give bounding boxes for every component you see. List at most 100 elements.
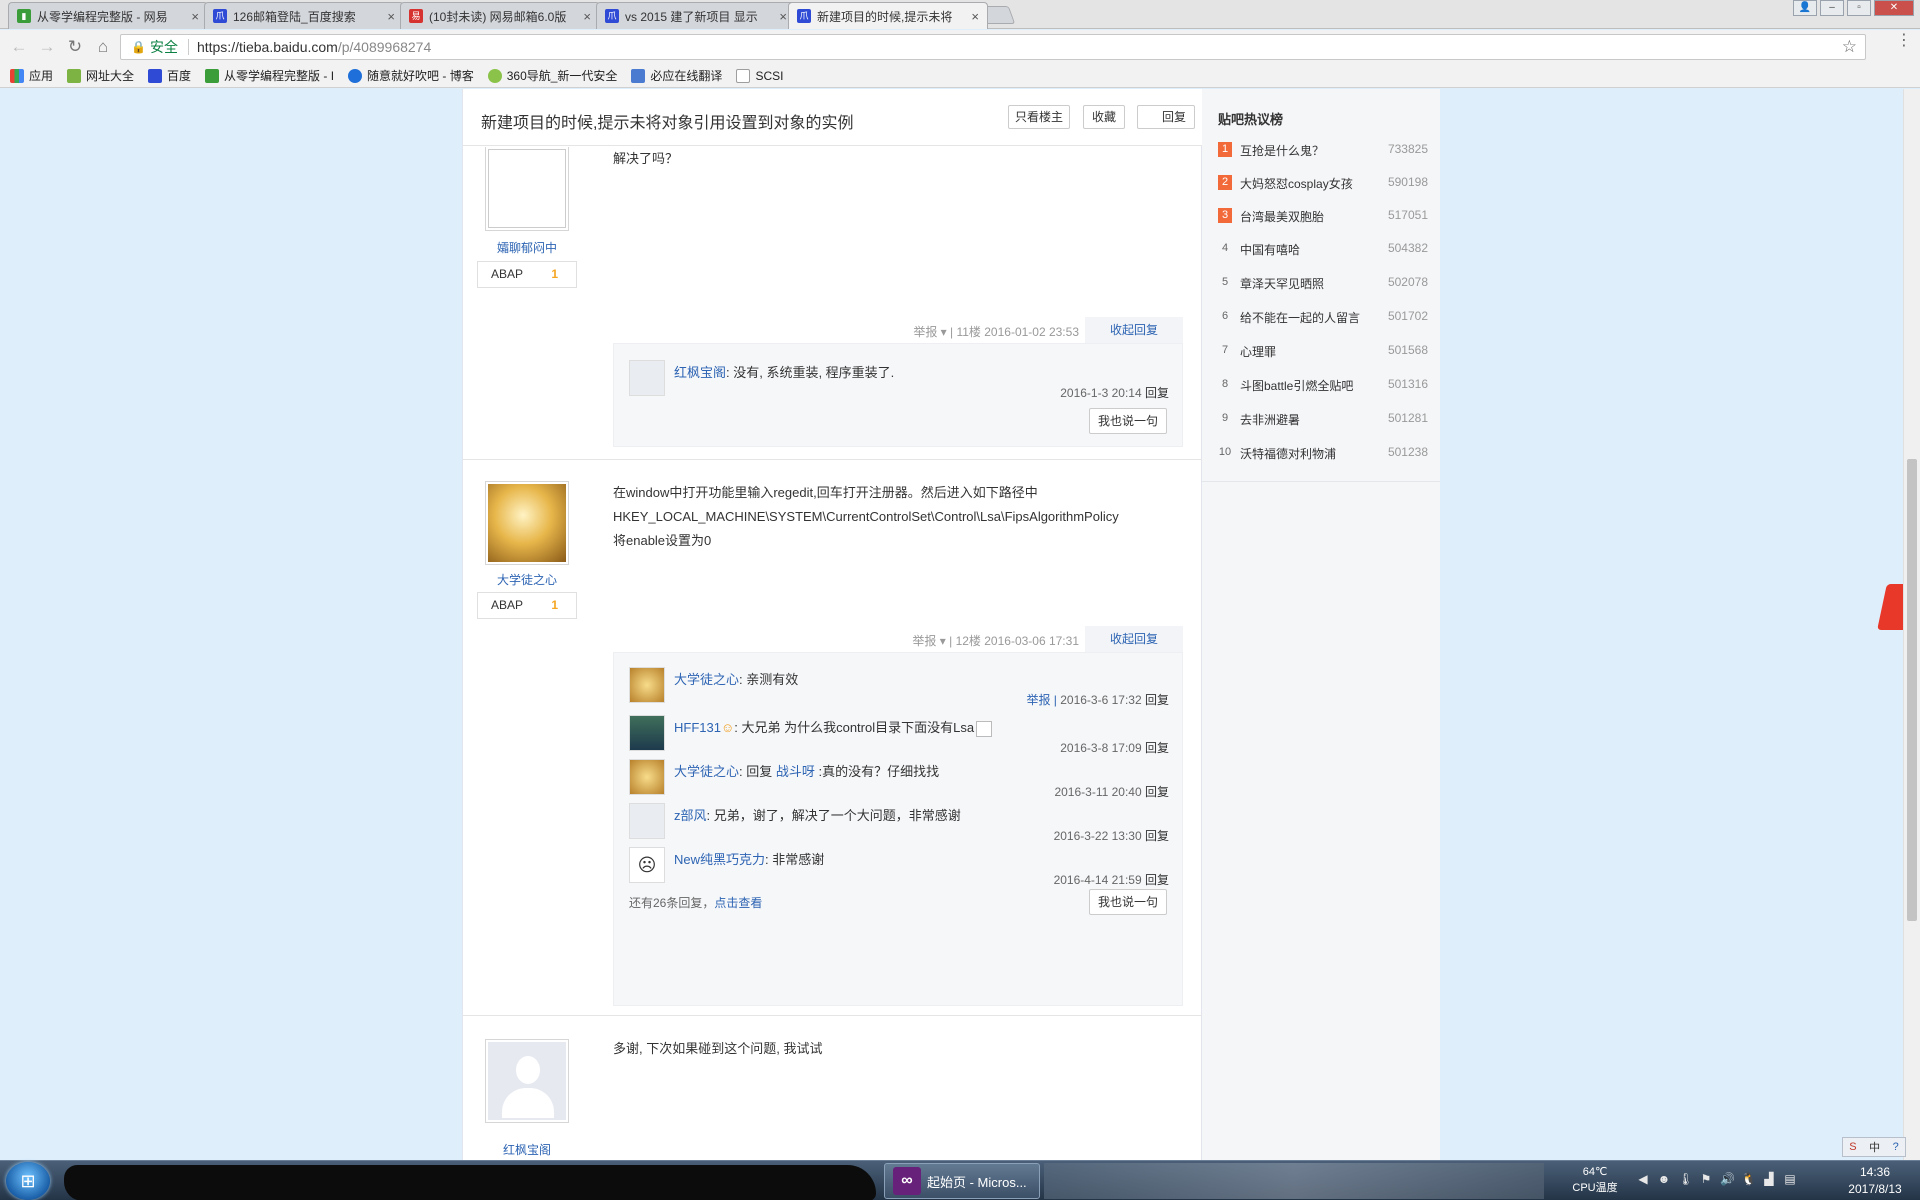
browser-tab-active[interactable]: 爪 新建项目的时候,提示未将 × — [788, 2, 988, 29]
reply-link[interactable]: 回复 — [1145, 741, 1169, 755]
collapse-replies-link[interactable]: 收起回复 — [1085, 626, 1183, 652]
topic-title[interactable]: 中国有嘻哈 — [1240, 241, 1365, 258]
forward-icon[interactable]: → — [36, 36, 58, 58]
post-username[interactable]: 红枫宝阁 — [463, 1141, 591, 1158]
topic-title[interactable]: 斗图battle引燃全贴吧 — [1240, 377, 1365, 394]
taskbar-clock[interactable]: 14:36 2017/8/13 — [1840, 1164, 1910, 1198]
tab-close-icon[interactable]: × — [971, 9, 979, 24]
reply-link[interactable]: 回复 — [1145, 829, 1169, 843]
person-icon[interactable]: ☻ — [1657, 1172, 1671, 1188]
topic-title[interactable]: 大妈怒怼cosplay女孩 — [1240, 175, 1365, 192]
home-icon[interactable]: ⌂ — [92, 36, 114, 58]
topic-title[interactable]: 章泽天罕见晒照 — [1240, 275, 1365, 292]
post-username[interactable]: 大学徒之心 — [463, 571, 591, 588]
bookmark-item[interactable]: 从零学编程完整版 - I — [205, 67, 334, 84]
avatar[interactable] — [485, 481, 569, 565]
qq-icon[interactable]: 🐧 — [1741, 1172, 1756, 1188]
hot-topic-item[interactable]: 9 去非洲避暑 501281 — [1218, 409, 1428, 429]
bookmark-item[interactable]: 360导航_新一代安全 — [487, 67, 617, 84]
reply-avatar[interactable] — [629, 715, 665, 751]
browser-tab[interactable]: 爪 vs 2015 建了新项目 显示 × — [596, 2, 796, 29]
reply-username[interactable]: z部风 — [674, 808, 707, 823]
reply-avatar[interactable] — [629, 360, 665, 396]
menu-icon[interactable]: ⋮ — [1896, 33, 1912, 49]
post-username[interactable]: 孀聊郁闷中 — [463, 239, 591, 256]
browser-tab[interactable]: 易 (10封未读) 网易邮箱6.0版 × — [400, 2, 600, 29]
reply-username[interactable]: 大学徒之心 — [674, 672, 739, 687]
hot-topic-item[interactable]: 2 大妈怒怼cosplay女孩 590198 — [1218, 173, 1428, 193]
reply-link[interactable]: 回复 — [1145, 785, 1169, 799]
tab-close-icon[interactable]: × — [191, 9, 199, 24]
taskbar-app-visual-studio[interactable]: ∞ 起始页 - Micros... — [884, 1163, 1040, 1199]
browser-tab[interactable]: ▮ 从零学编程完整版 - 网易 × — [8, 2, 208, 29]
reply-link[interactable]: 回复 — [1145, 386, 1169, 400]
bookmark-item[interactable]: 网址大全 — [67, 67, 134, 84]
bookmark-star-icon[interactable]: ☆ — [1842, 37, 1857, 57]
hot-topic-item[interactable]: 8 斗图battle引燃全贴吧 501316 — [1218, 375, 1428, 395]
page-scrollbar[interactable] — [1903, 89, 1920, 1162]
bookmark-item[interactable]: 随意就好吹吧 - 博客 — [348, 67, 474, 84]
collapse-replies-link[interactable]: 收起回复 — [1085, 317, 1183, 343]
address-bar[interactable]: 🔒 安全 https://tieba.baidu.com/p/408996827… — [120, 34, 1866, 60]
ime-toolbar[interactable]: S 中 ? — [1842, 1137, 1906, 1157]
view-more-link[interactable]: 点击查看 — [714, 896, 762, 910]
only-op-button[interactable]: 只看楼主 — [1008, 105, 1070, 129]
bookmark-item[interactable]: 百度 — [148, 67, 191, 84]
reply-avatar[interactable]: ☹ — [629, 847, 665, 883]
post-meta-text[interactable]: 举报 ▾ | 11楼 2016-01-02 23:53 — [913, 323, 1079, 340]
avatar[interactable] — [485, 147, 569, 231]
reply-avatar[interactable] — [629, 667, 665, 703]
thermometer-icon[interactable]: 🌡 — [1678, 1172, 1693, 1188]
topic-title[interactable]: 去非洲避暑 — [1240, 411, 1365, 428]
bookmark-item[interactable]: 必应在线翻译 — [631, 67, 722, 84]
post-meta-text[interactable]: 举报 ▾ | 12楼 2016-03-06 17:31 — [912, 632, 1079, 649]
reply-username[interactable]: 红枫宝阁 — [674, 365, 726, 380]
topic-title[interactable]: 台湾最美双胞胎 — [1240, 208, 1365, 225]
say-something-button[interactable]: 我也说一句 — [1089, 889, 1167, 915]
close-window-icon[interactable]: ✕ — [1874, 0, 1914, 16]
user-icon[interactable]: 👤 — [1793, 0, 1817, 16]
browser-tab[interactable]: 爪 126邮箱登陆_百度搜索 × — [204, 2, 404, 29]
action-center-icon[interactable]: ▤ — [1783, 1172, 1797, 1188]
topic-title[interactable]: 心理罪 — [1240, 343, 1365, 360]
start-button[interactable]: ⊞ — [6, 1162, 50, 1200]
speaker-alert-icon[interactable]: ◀ — [1636, 1172, 1650, 1188]
say-something-button[interactable]: 我也说一句 — [1089, 408, 1167, 434]
reply-link[interactable]: 回复 — [1145, 693, 1169, 707]
hot-topic-item[interactable]: 7 心理罪 501568 — [1218, 341, 1428, 361]
reply-username[interactable]: New纯黑巧克力 — [674, 852, 765, 867]
topic-title[interactable]: 沃特福德对利物浦 — [1240, 445, 1365, 462]
ime-help-icon[interactable]: ? — [1893, 1141, 1899, 1153]
hot-topic-item[interactable]: 5 章泽天罕见晒照 502078 — [1218, 273, 1428, 293]
reply-link[interactable]: 回复 — [1145, 873, 1169, 887]
ime-mode-icon[interactable]: 中 — [1869, 1139, 1880, 1155]
reply-avatar[interactable] — [629, 803, 665, 839]
reply-button[interactable]: 回复 — [1137, 105, 1195, 129]
report-link[interactable]: 举报 | — [1026, 693, 1056, 707]
scrollbar-thumb[interactable] — [1907, 459, 1917, 921]
favorite-button[interactable]: 收藏 — [1083, 105, 1125, 129]
bookmark-item[interactable]: 应用 — [10, 67, 53, 84]
network-icon[interactable]: ▟ — [1762, 1172, 1776, 1188]
reload-icon[interactable]: ↻ — [64, 36, 86, 58]
topic-title[interactable]: 互抢是什么鬼？ — [1240, 142, 1365, 159]
hot-topic-item[interactable]: 4 中国有嘻哈 504382 — [1218, 239, 1428, 259]
tab-close-icon[interactable]: × — [583, 9, 591, 24]
tab-close-icon[interactable]: × — [387, 9, 395, 24]
back-icon[interactable]: ← — [8, 36, 30, 58]
hot-topic-item[interactable]: 1 互抢是什么鬼？ 733825 — [1218, 140, 1428, 160]
reply-avatar[interactable] — [629, 759, 665, 795]
hot-topic-item[interactable]: 6 给不能在一起的人留言 501702 — [1218, 307, 1428, 327]
flag-icon[interactable]: ⚑ — [1699, 1172, 1713, 1188]
mention-link[interactable]: 战斗呀 — [776, 764, 815, 779]
minimize-icon[interactable]: – — [1820, 0, 1844, 16]
hot-topic-item[interactable]: 3 台湾最美双胞胎 517051 — [1218, 206, 1428, 226]
topic-title[interactable]: 给不能在一起的人留言 — [1240, 309, 1365, 326]
reply-username[interactable]: HFF131 — [674, 720, 721, 735]
reply-username[interactable]: 大学徒之心 — [674, 764, 739, 779]
sogou-ime-icon[interactable]: S — [1849, 1141, 1856, 1153]
maximize-icon[interactable]: ▫ — [1847, 0, 1871, 16]
volume-icon[interactable]: 🔊 — [1720, 1172, 1735, 1188]
avatar[interactable] — [485, 1039, 569, 1123]
bookmark-item[interactable]: SCSI — [736, 68, 783, 83]
